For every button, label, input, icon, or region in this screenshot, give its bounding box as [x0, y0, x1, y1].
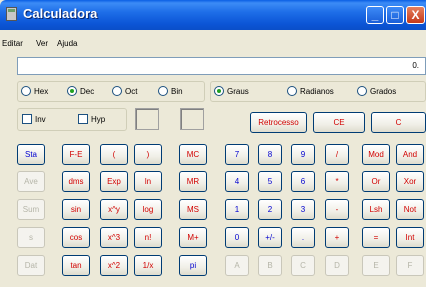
radio-icon[interactable] [214, 86, 224, 96]
key-ln[interactable]: ln [134, 171, 162, 192]
key-and[interactable]: And [396, 144, 424, 165]
clear-entry-button[interactable]: CE [313, 112, 365, 133]
key-sym03[interactable]: ) [134, 144, 162, 165]
radio-dec-label: Dec [80, 86, 95, 96]
key-lsh[interactable]: Lsh [362, 199, 390, 220]
radio-grados[interactable]: Grados [357, 86, 396, 96]
key-6[interactable]: 6 [291, 171, 315, 192]
key-sin[interactable]: sin [62, 199, 90, 220]
key-sym37[interactable]: . [291, 227, 315, 248]
radio-radianos-label: Radianos [300, 86, 334, 96]
key-sym36[interactable]: +/- [258, 227, 282, 248]
key-sym02[interactable]: ( [100, 144, 128, 165]
radio-bin[interactable]: Bin [158, 86, 183, 96]
radio-graus[interactable]: Graus [214, 86, 249, 96]
key-a[interactable]: A [225, 255, 249, 276]
key-e[interactable]: E [362, 255, 390, 276]
key-dat[interactable]: Dat [17, 255, 45, 276]
key-m[interactable]: M+ [179, 227, 207, 248]
key-s[interactable]: s [17, 227, 45, 248]
key-or[interactable]: Or [362, 171, 390, 192]
key-1[interactable]: 1 [225, 199, 249, 220]
radio-icon[interactable] [112, 86, 122, 96]
maximize-button[interactable]: □ [386, 6, 404, 24]
key-4[interactable]: 4 [225, 171, 249, 192]
radio-radianos[interactable]: Radianos [287, 86, 334, 96]
key-d[interactable]: D [325, 255, 349, 276]
key-not[interactable]: Not [396, 199, 424, 220]
key-2[interactable]: 2 [258, 199, 282, 220]
close-button[interactable]: X [406, 6, 425, 24]
radio-hex[interactable]: Hex [21, 86, 48, 96]
checkbox-hyp[interactable]: Hyp [78, 114, 105, 124]
key-mr[interactable]: MR [179, 171, 207, 192]
key-5[interactable]: 5 [258, 171, 282, 192]
key-mc[interactable]: MC [179, 144, 207, 165]
key-0[interactable]: 0 [225, 227, 249, 248]
radio-oct-label: Oct [125, 86, 138, 96]
backspace-button[interactable]: Retrocesso [250, 112, 307, 133]
key-ms[interactable]: MS [179, 199, 207, 220]
key-3[interactable]: 3 [291, 199, 315, 220]
radio-icon[interactable] [21, 86, 31, 96]
minimize-button[interactable]: _ [366, 6, 384, 24]
radio-icon[interactable] [67, 86, 77, 96]
radio-icon[interactable] [158, 86, 168, 96]
key-xor[interactable]: Xor [396, 171, 424, 192]
key-8[interactable]: 8 [258, 144, 282, 165]
key-sta[interactable]: Sta [17, 144, 45, 165]
checkbox-inv-label: Inv [35, 114, 46, 124]
key-tan[interactable]: tan [62, 255, 90, 276]
key-dms[interactable]: dms [62, 171, 90, 192]
calculator-display: 0. [17, 57, 426, 75]
window-title: Calculadora [23, 6, 98, 21]
key-f[interactable]: F [396, 255, 424, 276]
key-n[interactable]: n! [134, 227, 162, 248]
key-exp[interactable]: Exp [100, 171, 128, 192]
checkbox-hyp-label: Hyp [91, 114, 106, 124]
key-c[interactable]: C [291, 255, 315, 276]
radio-oct[interactable]: Oct [112, 86, 137, 96]
key-sym28[interactable]: - [325, 199, 349, 220]
radio-hex-label: Hex [34, 86, 49, 96]
key-mod[interactable]: Mod [362, 144, 390, 165]
key-x-y[interactable]: x^y [100, 199, 128, 220]
menu-ver[interactable]: Ver [36, 39, 48, 48]
key-7[interactable]: 7 [225, 144, 249, 165]
checkbox-inv[interactable]: Inv [22, 114, 46, 124]
radio-dec[interactable]: Dec [67, 86, 94, 96]
key-b[interactable]: B [258, 255, 282, 276]
radio-graus-label: Graus [227, 86, 249, 96]
key-sym08[interactable]: / [325, 144, 349, 165]
key-1-x[interactable]: 1/x [134, 255, 162, 276]
calculator-icon [6, 7, 17, 21]
key-x-2[interactable]: x^2 [100, 255, 128, 276]
key-ave[interactable]: Ave [17, 171, 45, 192]
parenthesis-indicator [135, 108, 159, 130]
key-x-3[interactable]: x^3 [100, 227, 128, 248]
key-int[interactable]: Int [396, 227, 424, 248]
radio-icon[interactable] [287, 86, 297, 96]
menu-ajuda[interactable]: Ajuda [57, 39, 77, 48]
radio-bin-label: Bin [171, 86, 183, 96]
key-log[interactable]: log [134, 199, 162, 220]
key-sym18[interactable]: * [325, 171, 349, 192]
key-sym39[interactable]: = [362, 227, 390, 248]
key-cos[interactable]: cos [62, 227, 90, 248]
memory-indicator [180, 108, 204, 130]
menu-editar[interactable]: Editar [2, 39, 23, 48]
key-pi[interactable]: pi [179, 255, 207, 276]
title-bar[interactable]: Calculadora _ □ X [0, 0, 426, 30]
key-sym38[interactable]: + [325, 227, 349, 248]
menu-bar: Editar Ver Ajuda [0, 30, 426, 52]
key-f-e[interactable]: F-E [62, 144, 90, 165]
checkbox-icon[interactable] [78, 114, 88, 124]
radio-grados-label: Grados [370, 86, 397, 96]
checkbox-icon[interactable] [22, 114, 32, 124]
radio-icon[interactable] [357, 86, 367, 96]
key-sum[interactable]: Sum [17, 199, 45, 220]
clear-button[interactable]: C [371, 112, 426, 133]
key-9[interactable]: 9 [291, 144, 315, 165]
